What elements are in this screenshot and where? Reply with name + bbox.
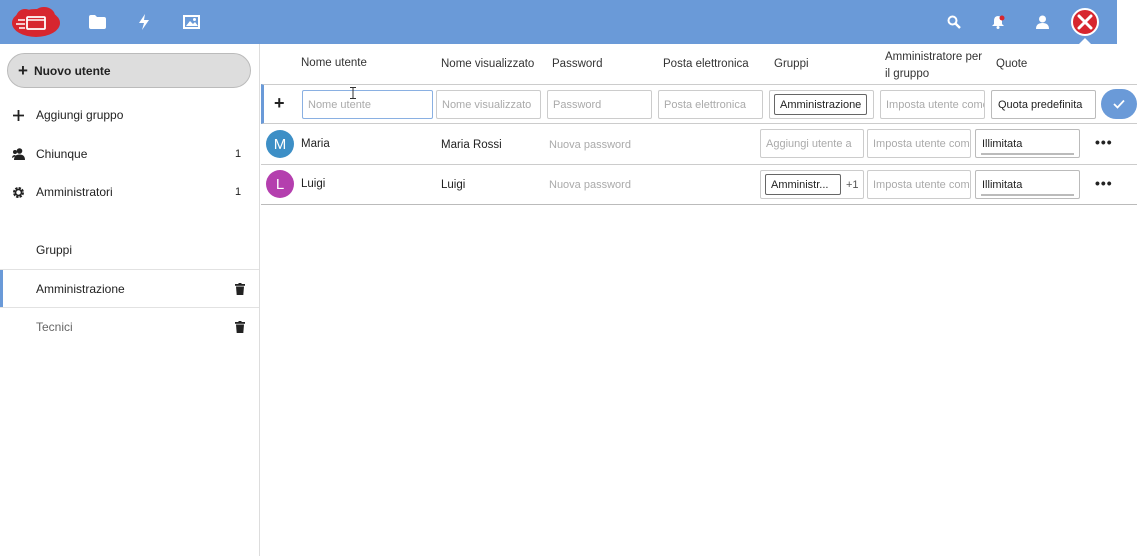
avatar-initial: M — [273, 135, 287, 153]
sidebar-item-admins[interactable]: Amministratori 1 — [0, 173, 259, 211]
quota-value: Illimitata — [982, 137, 1023, 150]
group-tag[interactable]: Amministr... — [765, 174, 841, 195]
password-field[interactable]: Nuova password — [549, 179, 631, 191]
username: Luigi — [301, 178, 326, 190]
groups-select[interactable]: Amministrazione — [769, 90, 874, 119]
more-icon[interactable]: ••• — [1095, 175, 1113, 191]
avatar: M — [266, 130, 294, 158]
col-display-name[interactable]: Nome visualizzato — [441, 58, 534, 70]
table-header: Nome utente Nome visualizzato Password P… — [261, 44, 1140, 84]
display-name-input[interactable]: Nome visualizzato — [436, 90, 541, 119]
display-name[interactable]: Maria Rossi — [441, 139, 502, 151]
new-user-label: Nuovo utente — [33, 63, 111, 78]
group-label: Tecnici — [36, 320, 73, 334]
col-password: Password — [552, 58, 603, 70]
quota-value: Illimitata — [982, 178, 1023, 191]
sidebar: + Nuovo utente Aggiungi gruppo Chiunque … — [0, 44, 260, 556]
groups-title: Gruppi — [0, 231, 259, 269]
logo[interactable] — [10, 6, 62, 38]
avatar: L — [266, 170, 294, 198]
password-input[interactable]: Password — [547, 90, 652, 119]
top-header — [0, 0, 1117, 44]
col-email: Posta elettronica — [663, 58, 749, 70]
quota-bar — [981, 153, 1074, 155]
new-user-row: + Nome utente Nome visualizzato Password… — [261, 84, 1137, 124]
notifications-icon[interactable] — [988, 12, 1008, 32]
gear-icon — [0, 186, 36, 199]
table-row[interactable]: L Luigi Luigi Nuova password Amministr..… — [261, 165, 1137, 205]
username-input[interactable]: Nome utente — [302, 90, 433, 119]
plus-icon: + — [274, 93, 285, 113]
contacts-icon[interactable] — [1032, 12, 1052, 32]
col-quota[interactable]: Quote — [996, 58, 1027, 70]
avatar-initial: L — [275, 175, 285, 193]
search-icon[interactable] — [944, 12, 964, 32]
table-row[interactable]: M Maria Maria Rossi Nuova password Aggiu… — [261, 124, 1137, 165]
col-group-admin: Amministratore per il gruppo — [885, 51, 983, 80]
everyone-count: 1 — [235, 148, 242, 160]
sidebar-item-group-tecnici[interactable]: Tecnici — [0, 308, 259, 346]
group-admin-select[interactable]: Imposta utente come — [867, 170, 971, 199]
everyone-label: Chiunque — [36, 147, 88, 161]
display-name[interactable]: Luigi — [441, 179, 465, 191]
quota-select[interactable]: Quota predefinita — [991, 90, 1096, 119]
trash-icon[interactable] — [221, 321, 259, 333]
add-group-item[interactable]: Aggiungi gruppo — [0, 96, 259, 134]
email-input[interactable]: Posta elettronica — [658, 90, 763, 119]
text-cursor-icon — [350, 87, 356, 99]
trash-icon[interactable] — [221, 283, 259, 295]
gallery-icon[interactable] — [181, 12, 201, 32]
users-icon — [0, 148, 36, 160]
admins-label: Amministratori — [36, 185, 113, 199]
files-icon[interactable] — [87, 12, 107, 32]
group-label: Amministrazione — [36, 282, 125, 296]
col-groups: Gruppi — [774, 58, 809, 70]
password-field[interactable]: Nuova password — [549, 139, 631, 151]
quota-value: Quota predefinita — [998, 98, 1083, 111]
groups-title-label: Gruppi — [36, 243, 73, 257]
add-group-label: Aggiungi gruppo — [36, 108, 124, 122]
new-user-button[interactable]: + Nuovo utente — [7, 53, 251, 88]
admins-count: 1 — [235, 186, 242, 198]
activity-icon[interactable] — [134, 12, 154, 32]
plus-icon: + — [18, 60, 28, 80]
quota-select[interactable]: Illimitata — [975, 129, 1080, 158]
groups-select[interactable]: Amministr... +1 — [760, 170, 864, 199]
more-icon[interactable]: ••• — [1095, 134, 1113, 150]
group-admin-select[interactable]: Imposta utente come — [867, 129, 971, 158]
sidebar-item-group-amministrazione[interactable]: Amministrazione — [0, 270, 259, 308]
sidebar-item-everyone[interactable]: Chiunque 1 — [0, 135, 259, 173]
username: Maria — [301, 138, 330, 150]
group-admin-select[interactable]: Imposta utente come — [880, 90, 985, 119]
quota-select[interactable]: Illimitata — [975, 170, 1080, 199]
group-tag[interactable]: Amministrazione — [774, 94, 868, 115]
group-more: +1 — [846, 179, 859, 191]
quota-bar — [981, 194, 1074, 196]
col-username[interactable]: Nome utente — [301, 57, 367, 69]
plus-icon — [0, 109, 36, 121]
confirm-button[interactable] — [1101, 89, 1137, 119]
groups-select[interactable]: Aggiungi utente a — [760, 129, 864, 158]
check-icon — [1113, 99, 1125, 109]
user-avatar[interactable] — [1071, 8, 1099, 36]
